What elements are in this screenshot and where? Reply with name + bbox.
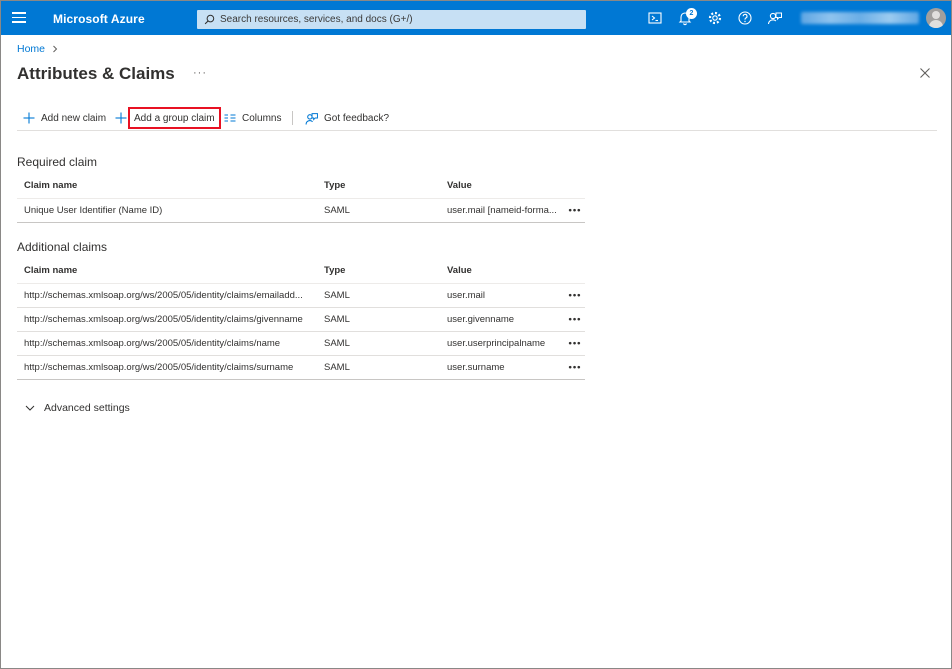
column-header-value[interactable]: Value <box>440 174 558 199</box>
row-more-options-icon[interactable]: ••• <box>558 307 585 332</box>
top-bar: Microsoft Azure 2 <box>1 1 951 35</box>
columns-label: Columns <box>242 112 282 124</box>
add-new-claim-button[interactable]: Add new claim <box>23 109 106 127</box>
column-header-actions <box>558 174 585 199</box>
search-input[interactable] <box>220 14 580 25</box>
toolbar-divider <box>292 111 293 125</box>
add-group-claim-label: Add a group claim <box>134 112 215 124</box>
claim-name-cell[interactable]: http://schemas.xmlsoap.org/ws/2005/05/id… <box>17 331 317 356</box>
feedback-label: Got feedback? <box>324 112 390 124</box>
claim-value-cell: user.mail [nameid-forma... <box>440 198 558 223</box>
columns-icon <box>224 114 236 122</box>
claim-name-cell[interactable]: http://schemas.xmlsoap.org/ws/2005/05/id… <box>17 355 317 380</box>
claim-type-cell: SAML <box>317 283 440 308</box>
chevron-right-icon <box>53 45 58 53</box>
close-icon[interactable] <box>919 67 931 79</box>
account-name[interactable] <box>801 12 919 24</box>
settings-icon[interactable] <box>707 10 723 26</box>
claim-type-cell: SAML <box>317 331 440 356</box>
add-icon <box>115 112 127 124</box>
add-group-claim-highlight[interactable]: Add a group claim <box>128 107 221 129</box>
column-header-type[interactable]: Type <box>317 174 440 199</box>
table-row[interactable]: Unique User Identifier (Name ID) SAML us… <box>17 198 585 223</box>
table-row[interactable]: http://schemas.xmlsoap.org/ws/2005/05/id… <box>17 355 585 380</box>
table-header-row: Claim name Type Value <box>17 259 585 284</box>
row-more-options-icon[interactable]: ••• <box>558 283 585 308</box>
claim-value-cell: user.userprincipalname <box>440 331 558 356</box>
help-icon[interactable] <box>737 10 753 26</box>
avatar[interactable] <box>926 8 946 28</box>
claim-value-cell: user.mail <box>440 283 558 308</box>
claim-type-cell: SAML <box>317 355 440 380</box>
breadcrumb-home-link[interactable]: Home <box>17 43 45 55</box>
required-claims-table: Claim name Type Value Unique User Identi… <box>17 174 585 223</box>
menu-icon[interactable] <box>12 12 26 24</box>
row-more-options-icon[interactable]: ••• <box>558 198 585 223</box>
cloud-shell-icon[interactable] <box>647 10 663 26</box>
feedback-button[interactable]: Got feedback? <box>305 109 389 127</box>
table-row[interactable]: http://schemas.xmlsoap.org/ws/2005/05/id… <box>17 307 585 332</box>
more-options-icon[interactable]: ··· <box>193 67 207 79</box>
column-header-claim-name[interactable]: Claim name <box>17 259 317 284</box>
table-row[interactable]: http://schemas.xmlsoap.org/ws/2005/05/id… <box>17 331 585 356</box>
column-header-value[interactable]: Value <box>440 259 558 284</box>
claim-type-cell: SAML <box>317 307 440 332</box>
app-window: Microsoft Azure 2 <box>0 0 952 669</box>
feedback-icon <box>305 112 318 125</box>
add-icon <box>23 112 35 124</box>
feedback-icon[interactable] <box>767 10 783 26</box>
table-header-row: Claim name Type Value <box>17 174 585 199</box>
command-bar: Add new claim Add a group claim Columns <box>17 107 937 131</box>
search-icon <box>204 14 215 25</box>
advanced-settings-toggle[interactable]: Advanced settings <box>25 402 130 414</box>
claim-value-cell: user.surname <box>440 355 558 380</box>
column-header-actions <box>558 259 585 284</box>
page-title: Attributes & Claims <box>17 64 175 83</box>
column-header-claim-name[interactable]: Claim name <box>17 174 317 199</box>
claim-name-cell[interactable]: http://schemas.xmlsoap.org/ws/2005/05/id… <box>17 307 317 332</box>
advanced-settings-label: Advanced settings <box>44 402 130 414</box>
claim-type-cell: SAML <box>317 198 440 223</box>
additional-claims-title: Additional claims <box>17 240 108 254</box>
column-header-type[interactable]: Type <box>317 259 440 284</box>
columns-button[interactable]: Columns <box>224 109 281 127</box>
table-row[interactable]: http://schemas.xmlsoap.org/ws/2005/05/id… <box>17 283 585 308</box>
breadcrumb: Home <box>17 43 59 55</box>
brand-title[interactable]: Microsoft Azure <box>53 12 145 26</box>
row-more-options-icon[interactable]: ••• <box>558 331 585 356</box>
search-box[interactable] <box>197 10 586 29</box>
claim-name-cell[interactable]: Unique User Identifier (Name ID) <box>17 198 317 223</box>
claim-value-cell: user.givenname <box>440 307 558 332</box>
additional-claims-table: Claim name Type Value http://schemas.xml… <box>17 259 585 380</box>
row-more-options-icon[interactable]: ••• <box>558 355 585 380</box>
chevron-down-icon <box>25 405 35 411</box>
add-new-claim-label: Add new claim <box>41 112 107 124</box>
claim-name-cell[interactable]: http://schemas.xmlsoap.org/ws/2005/05/id… <box>17 283 317 308</box>
required-claim-title: Required claim <box>17 155 98 169</box>
notification-badge: 2 <box>686 8 697 19</box>
